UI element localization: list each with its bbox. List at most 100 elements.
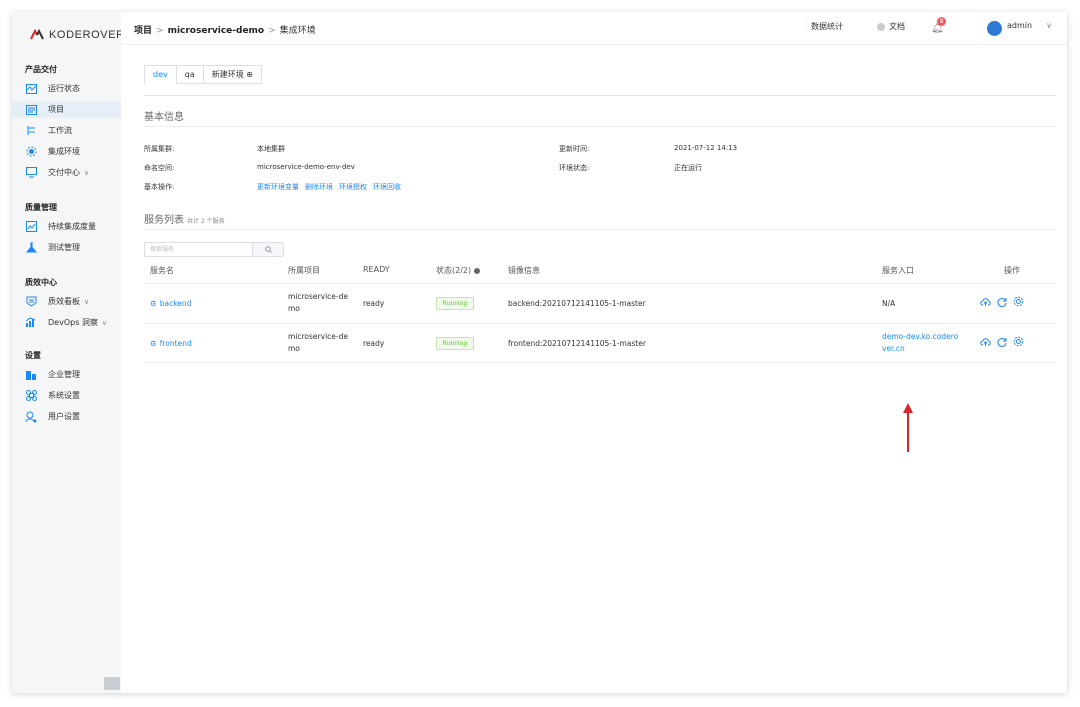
breadcrumb-item-environment: 集成环境 [279, 26, 316, 36]
breadcrumb-item-microservice-demo[interactable]: microservice-demo [168, 26, 265, 36]
sidebar-item-enterprise[interactable]: 企业管理 [12, 366, 121, 383]
sidebar-item-insight[interactable]: DevOps 洞察 ∨ [12, 314, 121, 331]
column-header-entry: 服务入口 [882, 266, 914, 275]
docs-link[interactable]: 文档 [877, 21, 905, 32]
avatar[interactable] [987, 21, 1002, 36]
annotation-arrow-icon [903, 403, 913, 452]
breadcrumb: 项目 > microservice-demo > 集成环境 [134, 26, 316, 36]
chevron-down-icon: ∨ [1046, 21, 1052, 30]
group-title-efficiency: 质效中心 [25, 278, 57, 287]
tab-new-environment[interactable]: 新建环境 ⊕ [202, 65, 262, 84]
delivery-icon [25, 167, 37, 179]
sidebar-item-environment[interactable]: 集成环境 [12, 143, 121, 160]
column-header-status: 状态(2/2) [436, 265, 480, 276]
status-label: 环境状态: [559, 164, 590, 172]
ops-links: 更新环境变量 删除环境 环境授权 环境回收 [257, 182, 407, 192]
services-title: 服务列表 共计 2 个服务 [144, 215, 225, 226]
user-menu[interactable]: admin ∨ [1007, 21, 1052, 30]
updated-value: 2021-07-12 14:13 [674, 144, 738, 152]
search-button[interactable] [253, 243, 283, 256]
board-icon [25, 296, 37, 308]
row-actions [980, 296, 1024, 307]
test-icon [25, 242, 37, 254]
sidebar-item-status[interactable]: 运行状态 [12, 80, 121, 97]
service-project: microservice-de mo [288, 292, 348, 313]
brand-logo[interactable]: KODEROVER [30, 28, 125, 42]
sidebar-item-project[interactable]: 项目 [12, 101, 121, 118]
updated-label: 更新时间: [559, 145, 590, 153]
status-badge: Running [436, 337, 474, 350]
sidebar-item-board[interactable]: 质效看板 ∨ [12, 293, 121, 310]
group-title-delivery: 产品交付 [25, 65, 57, 74]
service-image: backend:20210712141105-1-master [508, 299, 646, 308]
service-icon: ⚙︎ [150, 299, 157, 308]
breadcrumb-item-project[interactable]: 项目 [134, 26, 152, 36]
column-header-service: 服务名 [150, 266, 174, 275]
settings-icon[interactable] [1013, 336, 1024, 347]
cluster-label: 所属集群: [144, 145, 175, 153]
update-env-vars-link[interactable]: 更新环境变量 [257, 183, 299, 191]
dashboard-icon [25, 83, 37, 95]
column-header-image: 镜像信息 [508, 266, 540, 275]
status-value: 正在运行 [674, 164, 702, 172]
group-title-settings: 设置 [25, 351, 41, 360]
service-ready: ready [363, 339, 385, 348]
tab-dev[interactable]: dev [144, 65, 176, 84]
service-link-backend[interactable]: ⚙︎ backend [150, 299, 191, 308]
ops-label: 基本操作: [144, 183, 175, 191]
chart-icon: ⫶ [805, 21, 807, 31]
divider [144, 126, 1056, 127]
service-icon: ⚙︎ [150, 339, 157, 348]
service-project: microservice-de mo [288, 332, 348, 353]
stats-link[interactable]: ⫶ 数据统计 [805, 21, 843, 32]
sidebar-item-delivery[interactable]: 交付中心 ∨ [12, 164, 121, 181]
table-row: ⚙︎ backend microservice-de mo ready Runni… [144, 283, 1056, 323]
help-circle-icon[interactable] [473, 267, 480, 274]
enterprise-icon [25, 369, 37, 381]
insight-icon [25, 317, 37, 329]
sidebar-item-workflow[interactable]: 工作流 [12, 122, 121, 139]
column-header-project: 所属项目 [288, 266, 320, 275]
delete-env-link[interactable]: 删除环境 [305, 183, 333, 191]
settings-icon[interactable] [1013, 296, 1024, 307]
main-content: dev qa 新建环境 ⊕ 基本信息 所属集群: 本地集群 命名空间: micr… [121, 45, 1067, 693]
service-link-frontend[interactable]: ⚙︎ frontend [150, 339, 192, 348]
chevron-down-icon: ∨ [84, 297, 90, 306]
workflow-icon [25, 125, 37, 137]
system-settings-icon [25, 390, 37, 402]
sidebar-item-test[interactable]: 测试管理 [12, 239, 121, 256]
top-header: 项目 > microservice-demo > 集成环境 ⫶ 数据统计 文档 🔔︎ 8… [121, 12, 1067, 45]
sidebar-item-user-settings[interactable]: 用户设置 [12, 408, 121, 425]
sidebar-collapse-button[interactable] [104, 677, 120, 690]
search-input[interactable]: 搜索服务 [145, 243, 253, 256]
notification-badge: 8 [937, 17, 946, 26]
environment-icon [25, 146, 37, 158]
column-header-actions: 操作 [1004, 266, 1020, 275]
chevron-down-icon: ∨ [101, 318, 108, 327]
refresh-icon[interactable] [997, 337, 1007, 347]
env-recycle-link[interactable]: 环境回收 [373, 183, 401, 191]
service-entry-link[interactable]: demo-dev.ko.codero ver.cn [882, 331, 958, 355]
project-icon [25, 104, 37, 116]
upload-cloud-icon[interactable] [980, 297, 991, 307]
group-title-quality: 质量管理 [25, 203, 57, 212]
chevron-down-icon: ∨ [84, 168, 90, 177]
help-circle-icon [877, 22, 885, 31]
column-header-ready: READY [363, 265, 390, 274]
env-tabs: dev qa 新建环境 ⊕ [144, 65, 262, 84]
upload-cloud-icon[interactable] [980, 337, 991, 347]
user-settings-icon [25, 411, 37, 423]
namespace-value: microservice-demo-env-dev [257, 163, 355, 171]
sidebar-item-system-settings[interactable]: 系统设置 [12, 387, 121, 404]
cluster-value: 本地集群 [257, 145, 285, 153]
sidebar-item-metrics[interactable]: 持续集成度量 [12, 218, 121, 235]
tab-divider [144, 95, 1056, 96]
tab-qa[interactable]: qa [175, 65, 203, 84]
refresh-icon[interactable] [997, 297, 1007, 307]
sidebar: KODEROVER 产品交付 运行状态 项目 工作流 集成环境 交付中心 ∨ 质… [12, 12, 124, 693]
search-icon [264, 246, 272, 253]
row-actions [980, 336, 1024, 347]
namespace-label: 命名空间: [144, 164, 175, 172]
table-row: ⚙︎ frontend microservice-de mo ready Runn… [144, 323, 1056, 363]
env-auth-link[interactable]: 环境授权 [339, 183, 367, 191]
